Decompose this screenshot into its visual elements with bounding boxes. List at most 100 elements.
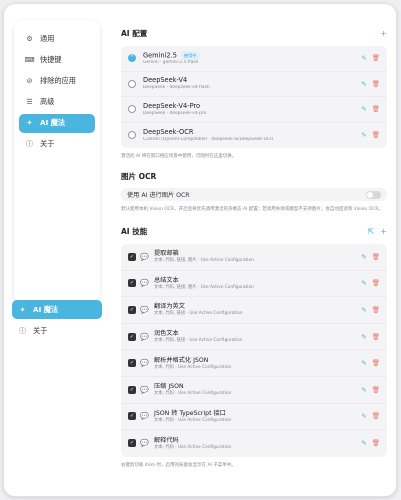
skill-name: JSON 转 TypeScript 接口 — [154, 409, 226, 417]
checkbox-checked[interactable]: ✓ — [128, 252, 136, 261]
model-list: Gemini2.5使用中 Gemini · gemini-2.5-flash ✎… — [121, 46, 387, 148]
skill-subtitle: 文本, 代码 · Use Active Configuration — [154, 417, 232, 423]
edit-icon[interactable]: ✎ — [361, 306, 366, 314]
model-text: DeepSeek-V4-Pro DeepSeek · deepseek-v4-p… — [143, 102, 361, 117]
checkbox-checked[interactable]: ✓ — [128, 279, 136, 288]
skill-subtitle: 文本, 代码 · Use Active Configuration — [154, 391, 232, 397]
trash-icon[interactable]: 🗑 — [372, 105, 380, 113]
row-actions: ✎ 🗑 — [361, 359, 380, 367]
checkbox-checked[interactable]: ✓ — [128, 359, 136, 368]
edit-icon[interactable]: ✎ — [361, 54, 366, 62]
skill-name: 压缩 JSON — [154, 383, 184, 391]
trash-icon[interactable]: 🗑 — [372, 54, 380, 62]
radio[interactable] — [128, 79, 136, 88]
edit-icon[interactable]: ✎ — [361, 439, 366, 447]
sidebar-item-shortcuts[interactable]: ⌨ 快捷键 — [19, 50, 95, 69]
sidebar-item-label: 高级 — [40, 97, 55, 107]
sidebar-item-about[interactable]: ⓘ 关于 — [19, 135, 95, 154]
row-actions: ✎ 🗑 — [361, 279, 380, 287]
radio[interactable] — [128, 105, 136, 114]
skill-row[interactable]: ✓ 💬 翻译为英文 文本, 代码, 链接 · Use Active Config… — [121, 297, 387, 324]
row-actions: ✎ 🗑 — [361, 333, 380, 341]
checkbox-checked[interactable]: ✓ — [128, 332, 136, 341]
skill-subtitle: 文本, 代码 · Use Active Configuration — [154, 444, 232, 450]
add-model-icon[interactable]: + — [380, 29, 387, 38]
sidebar-item-label: 快捷键 — [40, 54, 62, 64]
trash-icon[interactable]: 🗑 — [372, 253, 380, 261]
sidebar-item-excluded-apps[interactable]: ⊘ 排除的应用 — [19, 71, 95, 90]
model-row[interactable]: DeepSeek-OCR Custom (OpenAI Compatible) … — [121, 123, 387, 149]
plus-icon[interactable]: + — [380, 227, 387, 236]
sidebar-item-label: AI 魔法 — [33, 304, 59, 314]
sidebar-ghost-item-ai-magic: ✦ AI 魔法 — [12, 300, 102, 319]
model-text: Gemini2.5 使用中 Gemini · gemini-2.5-flash — [143, 50, 361, 67]
row-actions: ✎ 🗑 — [361, 253, 380, 261]
edit-icon[interactable]: ✎ — [361, 386, 366, 394]
model-row[interactable]: DeepSeek-V4-Pro DeepSeek · deepseek-v4-p… — [121, 97, 387, 123]
ai-config-header: AI 配置 + — [121, 26, 387, 40]
skill-row[interactable]: ✓ 💬 解释代码 文本, 代码 · Use Active Configurati… — [121, 430, 387, 457]
skill-text: JSON 转 TypeScript 接口 文本, 代码 · Use Active… — [154, 409, 361, 424]
chat-bubble-icon: 💬 — [140, 359, 149, 368]
skill-row[interactable]: ✓ 💬 润色文本 文本, 代码, 链接 · Use Active Configu… — [121, 324, 387, 351]
skill-text: 总结文本 文本, 代码, 链接, 图片 · Use Active Configu… — [154, 276, 361, 291]
trash-icon[interactable]: 🗑 — [372, 80, 380, 88]
edit-icon[interactable]: ✎ — [361, 105, 366, 113]
row-actions: ✎ 🗑 — [361, 306, 380, 314]
magic-wand-icon: ✦ — [26, 119, 33, 128]
trash-icon[interactable]: 🗑 — [372, 306, 380, 314]
skill-text: 翻译为英文 文本, 代码, 链接 · Use Active Configurat… — [154, 302, 361, 317]
skill-row[interactable]: ✓ 💬 解析并格式化 JSON 文本, 代码 · Use Active Conf… — [121, 350, 387, 377]
edit-icon[interactable]: ✎ — [361, 412, 366, 420]
skill-subtitle: 文本, 代码 · Use Active Configuration — [154, 364, 232, 370]
edit-icon[interactable]: ✎ — [361, 80, 366, 88]
sidebar-item-ai-magic[interactable]: ✦ AI 魔法 — [19, 113, 95, 133]
model-row[interactable]: Gemini2.5使用中 Gemini · gemini-2.5-flash ✎… — [121, 46, 387, 72]
skill-row[interactable]: ✓ 💬 总结文本 文本, 代码, 链接, 图片 · Use Active Con… — [121, 271, 387, 298]
skill-row[interactable]: ✓ 💬 压缩 JSON 文本, 代码 · Use Active Configur… — [121, 377, 387, 404]
trash-icon[interactable]: 🗑 — [372, 359, 380, 367]
sidebar-item-label: 关于 — [33, 325, 48, 335]
model-name: DeepSeek-OCR — [143, 127, 194, 136]
edit-icon[interactable]: ✎ — [361, 333, 366, 341]
edit-icon[interactable]: ✎ — [361, 131, 366, 139]
skill-name: 解释代码 — [154, 436, 179, 444]
chat-bubble-icon: 💬 — [140, 305, 149, 314]
trash-icon[interactable]: 🗑 — [372, 131, 380, 139]
chat-bubble-icon: 💬 — [140, 412, 149, 421]
checkbox-checked[interactable]: ✓ — [128, 305, 136, 314]
chat-bubble-icon: 💬 — [140, 252, 149, 261]
checkbox-checked[interactable]: ✓ — [128, 439, 136, 448]
row-actions: ✎ 🗑 — [361, 54, 380, 62]
model-row[interactable]: DeepSeek-V4 DeepSeek · deepseek-v4-flash… — [121, 72, 387, 97]
skill-row[interactable]: ✓ 💬 JSON 转 TypeScript 接口 文本, 代码 · Use Ac… — [121, 404, 387, 431]
sidebar-item-advanced[interactable]: ☰ 高级 — [19, 93, 95, 112]
row-actions: ✎ 🗑 — [361, 412, 380, 420]
edit-icon[interactable]: ✎ — [361, 253, 366, 261]
radio-selected[interactable] — [128, 53, 136, 63]
ocr-toggle-row: 使用 AI 进行图片 OCR — [121, 188, 387, 201]
skill-row[interactable]: ✓ 💬 提取邮箱 文本, 代码, 链接, 图片 · Use Active Con… — [121, 244, 387, 271]
checkbox-checked[interactable]: ✓ — [128, 385, 136, 394]
ocr-hint: 默认使用本机 Vision OCR。开启后将优先调用激活的多模态 AI 配置；若… — [121, 207, 383, 212]
ocr-toggle[interactable] — [366, 190, 381, 199]
radio[interactable] — [128, 131, 136, 140]
gear-icon: ⚙ — [26, 34, 33, 43]
sidebar-item-general[interactable]: ⚙ 通用 — [19, 29, 95, 48]
model-text: DeepSeek-V4 DeepSeek · deepseek-v4-flash — [143, 76, 361, 91]
skill-name: 解析并格式化 JSON — [154, 356, 209, 364]
trash-icon[interactable]: 🗑 — [372, 439, 380, 447]
share-icon[interactable]: ⇱ — [368, 227, 375, 236]
checkbox-checked[interactable]: ✓ — [128, 412, 136, 421]
skill-subtitle: 文本, 代码, 链接 · Use Active Configuration — [154, 338, 243, 344]
trash-icon[interactable]: 🗑 — [372, 412, 380, 420]
ocr-header: 图片 OCR — [121, 169, 387, 183]
model-subtitle: Custom (OpenAI Compatible) · deepseek-ai… — [143, 136, 274, 142]
trash-icon[interactable]: 🗑 — [372, 279, 380, 287]
trash-icon[interactable]: 🗑 — [372, 386, 380, 394]
edit-icon[interactable]: ✎ — [361, 359, 366, 367]
edit-icon[interactable]: ✎ — [361, 279, 366, 287]
trash-icon[interactable]: 🗑 — [372, 333, 380, 341]
row-actions: ✎ 🗑 — [361, 131, 380, 139]
row-actions: ✎ 🗑 — [361, 439, 380, 447]
